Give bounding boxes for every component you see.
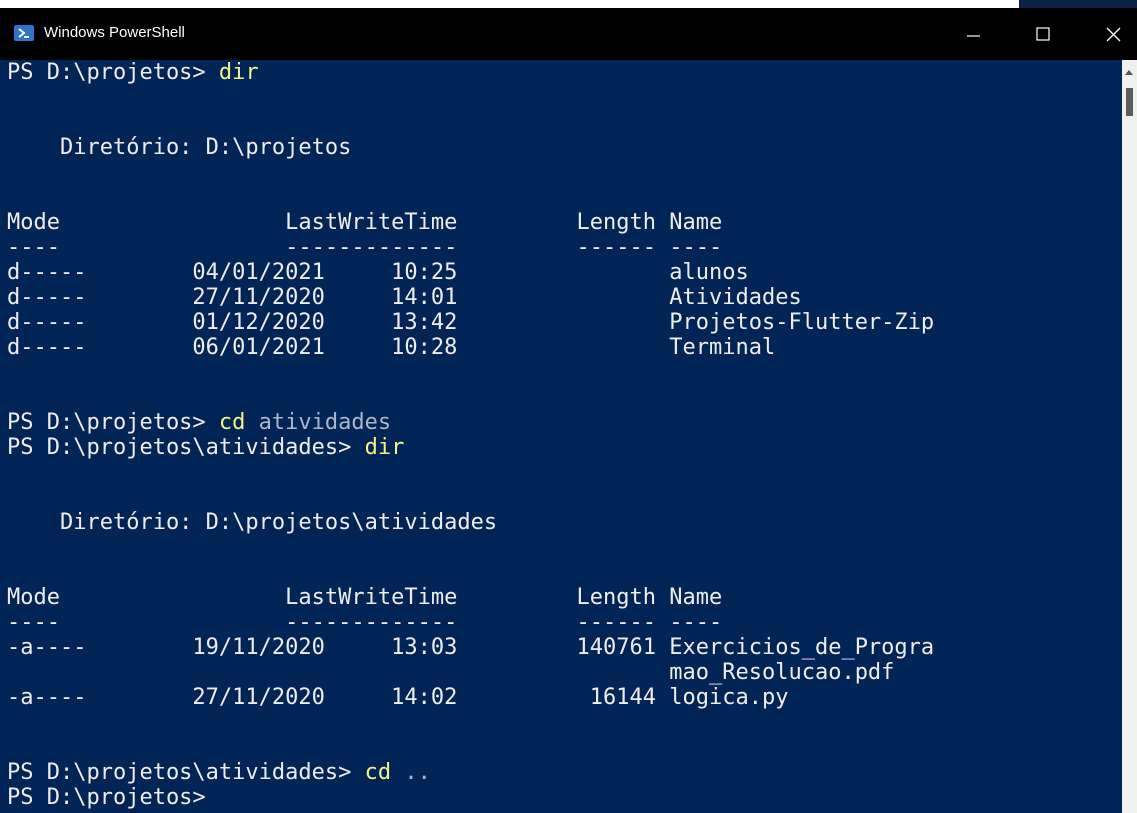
prompt-line: PS D:\projetos> cd atividades [7, 410, 391, 435]
prompt-text: PS D:\projetos\atividades> [7, 435, 365, 460]
powershell-icon[interactable] [14, 25, 34, 41]
prompt-line: PS D:\projetos\atividades> cd .. [7, 760, 431, 785]
command-args: atividades [245, 410, 392, 435]
output-line: d----- 01/12/2020 13:42 Projetos-Flutter… [7, 310, 935, 335]
output-line: ---- ------------- ------ ---- [7, 610, 723, 635]
desktop-top-strip [0, 0, 1137, 8]
command-text: cd [364, 760, 392, 785]
prompt-text: PS D:\projetos\atividades> [7, 760, 365, 785]
close-button[interactable] [1090, 8, 1136, 60]
minimize-icon [967, 35, 980, 37]
output-line: d----- 04/01/2021 10:25 alunos [7, 260, 749, 285]
output-line: Diretório: D:\projetos\atividades [7, 510, 498, 535]
output-line: Diretório: D:\projetos [7, 135, 352, 160]
minimize-button[interactable] [950, 8, 996, 60]
output-line: d----- 27/11/2020 14:01 Atividades [7, 285, 802, 310]
command-text: dir [218, 60, 259, 85]
output-line: ---- ------------- ------ ---- [7, 235, 723, 260]
vertical-scrollbar[interactable] [1122, 60, 1137, 813]
prompt-text: PS D:\projetos> [7, 60, 219, 85]
prompt-line: PS D:\projetos> [7, 785, 206, 810]
prompt-line: PS D:\projetos\atividades> dir [7, 435, 404, 460]
output-line: Mode LastWriteTime Length Name [7, 210, 723, 235]
window-title: Windows PowerShell [44, 24, 185, 41]
title-bar[interactable]: Windows PowerShell [0, 8, 1137, 60]
output-line: Mode LastWriteTime Length Name [7, 585, 723, 610]
output-line: d----- 06/01/2021 10:28 Terminal [7, 335, 776, 360]
prompt-text: PS D:\projetos> [7, 785, 206, 810]
prompt-line: PS D:\projetos> dir [7, 60, 259, 85]
command-args: .. [391, 760, 431, 785]
output-line: mao_Resolucao.pdf [7, 660, 895, 685]
output-line: -a---- 19/11/2020 13:03 140761 Exercicio… [7, 635, 935, 660]
scroll-up-arrow-icon[interactable] [1125, 70, 1133, 75]
close-icon [1106, 27, 1121, 42]
command-text: cd [218, 410, 246, 435]
maximize-button[interactable] [1020, 8, 1066, 60]
scroll-thumb[interactable] [1126, 88, 1133, 116]
console-output[interactable]: PS D:\projetos> dir Diretório: D:\projet… [0, 60, 1122, 813]
command-text: dir [364, 435, 405, 460]
powershell-window: Windows PowerShell PS D:\projetos> dir D… [0, 8, 1137, 813]
output-line: -a---- 27/11/2020 14:02 16144 logica.py [7, 685, 789, 710]
prompt-text: PS D:\projetos> [7, 410, 219, 435]
maximize-icon [1036, 27, 1050, 41]
background-window-edge [1019, 0, 1137, 8]
